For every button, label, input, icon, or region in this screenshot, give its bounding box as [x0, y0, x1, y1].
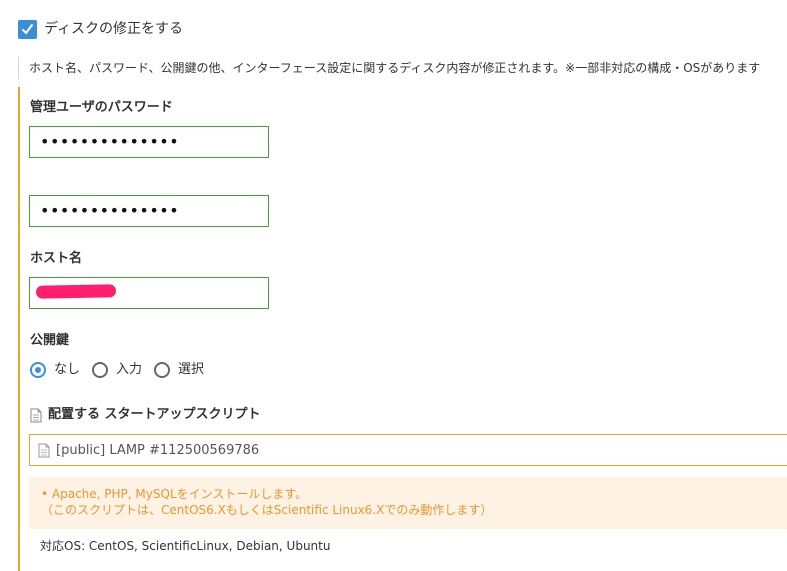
disk-fix-description: ホスト名、パスワード、公開鍵の他、インターフェース設定に関するディスク内容が修正… — [18, 57, 787, 79]
disk-fix-checkbox[interactable] — [18, 20, 37, 39]
supported-os: 対応OS: CentOS, ScientificLinux, Debian, U… — [40, 539, 331, 553]
note-line-1: • Apache, PHP, MySQLをインストールします。 — [41, 487, 308, 501]
public-key-label: 公開鍵 — [30, 333, 70, 348]
public-key-radio-none[interactable] — [30, 362, 46, 378]
public-key-radio-input[interactable] — [92, 362, 109, 378]
public-key-option-input[interactable]: 入力 — [116, 360, 142, 380]
public-key-radio-group: なし 入力 選択 — [30, 360, 216, 380]
disk-fix-label[interactable]: ディスクの修正をする — [44, 20, 183, 39]
document-icon — [38, 443, 50, 457]
public-key-radio-select[interactable] — [154, 362, 171, 378]
redaction-mark — [35, 284, 117, 299]
checkmark-icon — [22, 24, 33, 34]
document-icon — [30, 408, 42, 422]
public-key-option-select[interactable]: 選択 — [178, 360, 204, 380]
password-confirm-value: •••••••••••••• — [40, 201, 180, 220]
public-key-option-none[interactable]: なし — [54, 360, 80, 380]
startup-script-note: • Apache, PHP, MySQLをインストールします。 （このスクリプト… — [29, 477, 787, 529]
password-label: 管理ユーザのパスワード — [30, 100, 173, 115]
startup-script-selected: [public] LAMP #112500569786 — [56, 442, 260, 458]
password-confirm-input[interactable]: •••••••••••••• — [29, 195, 269, 227]
note-line-2: （このスクリプトは、CentOS6.XもしくはScientific Linux6… — [41, 503, 493, 517]
hostname-label: ホスト名 — [30, 251, 83, 266]
startup-script-heading: 配置する スタートアップスクリプト — [30, 407, 261, 423]
startup-script-select[interactable]: [public] LAMP #112500569786 — [29, 434, 787, 466]
startup-script-title: 配置する スタートアップスクリプト — [48, 407, 261, 422]
password-input[interactable]: •••••••••••••• — [29, 126, 269, 158]
password-value: •••••••••••••• — [40, 132, 180, 151]
